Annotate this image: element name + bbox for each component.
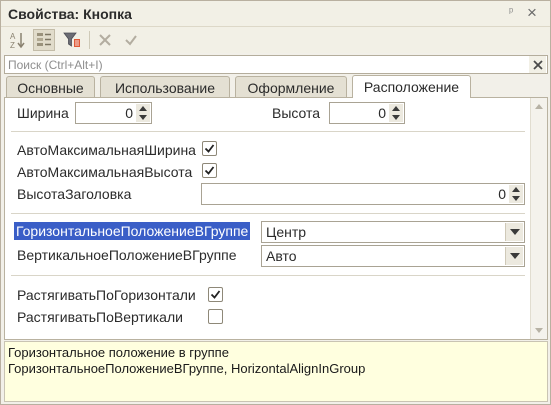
scroll-up-button[interactable] [531,98,547,115]
spin-down-icon [139,115,147,120]
chevron-down-icon [509,253,520,259]
width-label: Ширина [17,105,69,121]
toolbar-separator [89,31,90,49]
tab-layout[interactable]: Расположение [352,75,471,98]
pin-icon[interactable]: ᵖ [509,6,513,18]
sort-alphabetically-button[interactable]: A Z [7,29,29,51]
tab-appearance[interactable]: Оформление [235,76,347,98]
spin-down-icon [512,196,520,201]
close-icon[interactable]: × [527,3,537,23]
spin-up-icon [139,106,147,111]
height-stepper[interactable] [389,104,403,122]
tab-strip: Основные Использование Оформление Распол… [1,75,550,98]
clear-search-button[interactable] [529,56,546,73]
description-title: Горизонтальное положение в группе [8,345,229,360]
vertical-scrollbar[interactable] [530,98,547,339]
toolbar: A Z [1,27,550,53]
svg-text:Z: Z [10,41,15,49]
description-detail: ГоризонтальноеПоложениеВГруппе, Horizont… [8,361,366,376]
height-label: Высота [272,105,321,121]
auto-max-height-label: АвтоМаксимальнаяВысота [17,164,193,180]
spin-up-icon [392,106,400,111]
spin-up-icon [512,187,520,192]
height-value: 0 [378,105,386,121]
svg-text:A: A [10,32,16,41]
sort-az-icon: A Z [10,32,25,49]
stretch-vertical-checkbox[interactable] [208,309,223,324]
auto-max-width-label: АвтоМаксимальнаяШирина [17,142,196,158]
filter-button[interactable] [61,29,83,51]
v-position-value: Авто [266,248,297,264]
scroll-down-button[interactable] [531,322,547,339]
spin-down-icon [392,115,400,120]
stretch-vertical-label: РастягиватьПоВертикали [17,309,183,325]
search-input[interactable] [8,57,522,72]
group-by-category-button[interactable] [33,29,55,51]
properties-panel: Ширина 0 Высота 0 АвтоМаксимальнаяШирина… [4,97,548,340]
title-height-spinner[interactable]: 0 [201,183,525,205]
apply-button[interactable] [120,29,142,51]
title-bar: Свойства: Кнопка ᵖ × [1,1,550,27]
check-icon [125,35,137,46]
title-height-value: 0 [498,186,506,202]
chevron-down-icon [509,229,520,235]
checkmark-icon [204,166,215,175]
stretch-horizontal-label: РастягиватьПоГоризонтали [17,287,196,303]
width-value: 0 [125,105,133,121]
tab-main[interactable]: Основные [6,76,95,98]
section-divider [11,275,525,276]
v-position-select[interactable]: Авто [261,245,525,267]
clear-icon [532,59,543,70]
checkmark-icon [204,144,215,153]
v-position-dropdown-button[interactable] [505,247,523,265]
search-box [4,55,548,74]
filter-icon [63,32,80,47]
h-position-label[interactable]: ГоризонтальноеПоложениеВГруппе [14,222,251,240]
auto-max-height-checkbox[interactable] [202,163,217,178]
height-spinner[interactable]: 0 [329,102,405,124]
width-stepper[interactable] [136,104,150,122]
h-position-value: Центр [266,224,307,240]
v-position-label: ВертикальноеПоложениеВГруппе [17,247,237,263]
section-divider [11,213,525,214]
arrow-down-icon [535,328,543,333]
h-position-dropdown-button[interactable] [505,223,523,241]
properties-window: Свойства: Кнопка ᵖ × A Z Поиск (Ctrl+Alt… [0,0,551,405]
title-height-label: ВысотаЗаголовка [17,186,132,202]
description-panel: Горизонтальное положение в группе Горизо… [4,341,548,402]
width-spinner[interactable]: 0 [75,102,152,124]
category-icon [37,33,51,46]
title-height-stepper[interactable] [509,185,523,203]
tab-usage[interactable]: Использование [100,76,230,98]
checkmark-icon [210,290,221,299]
cross-icon [99,34,111,46]
auto-max-width-checkbox[interactable] [202,141,217,156]
window-title: Свойства: Кнопка [8,6,132,22]
cancel-button[interactable] [94,29,116,51]
section-divider [11,131,525,132]
h-position-select[interactable]: Центр [261,221,525,243]
stretch-horizontal-checkbox[interactable] [208,287,223,302]
arrow-up-icon [535,104,543,109]
